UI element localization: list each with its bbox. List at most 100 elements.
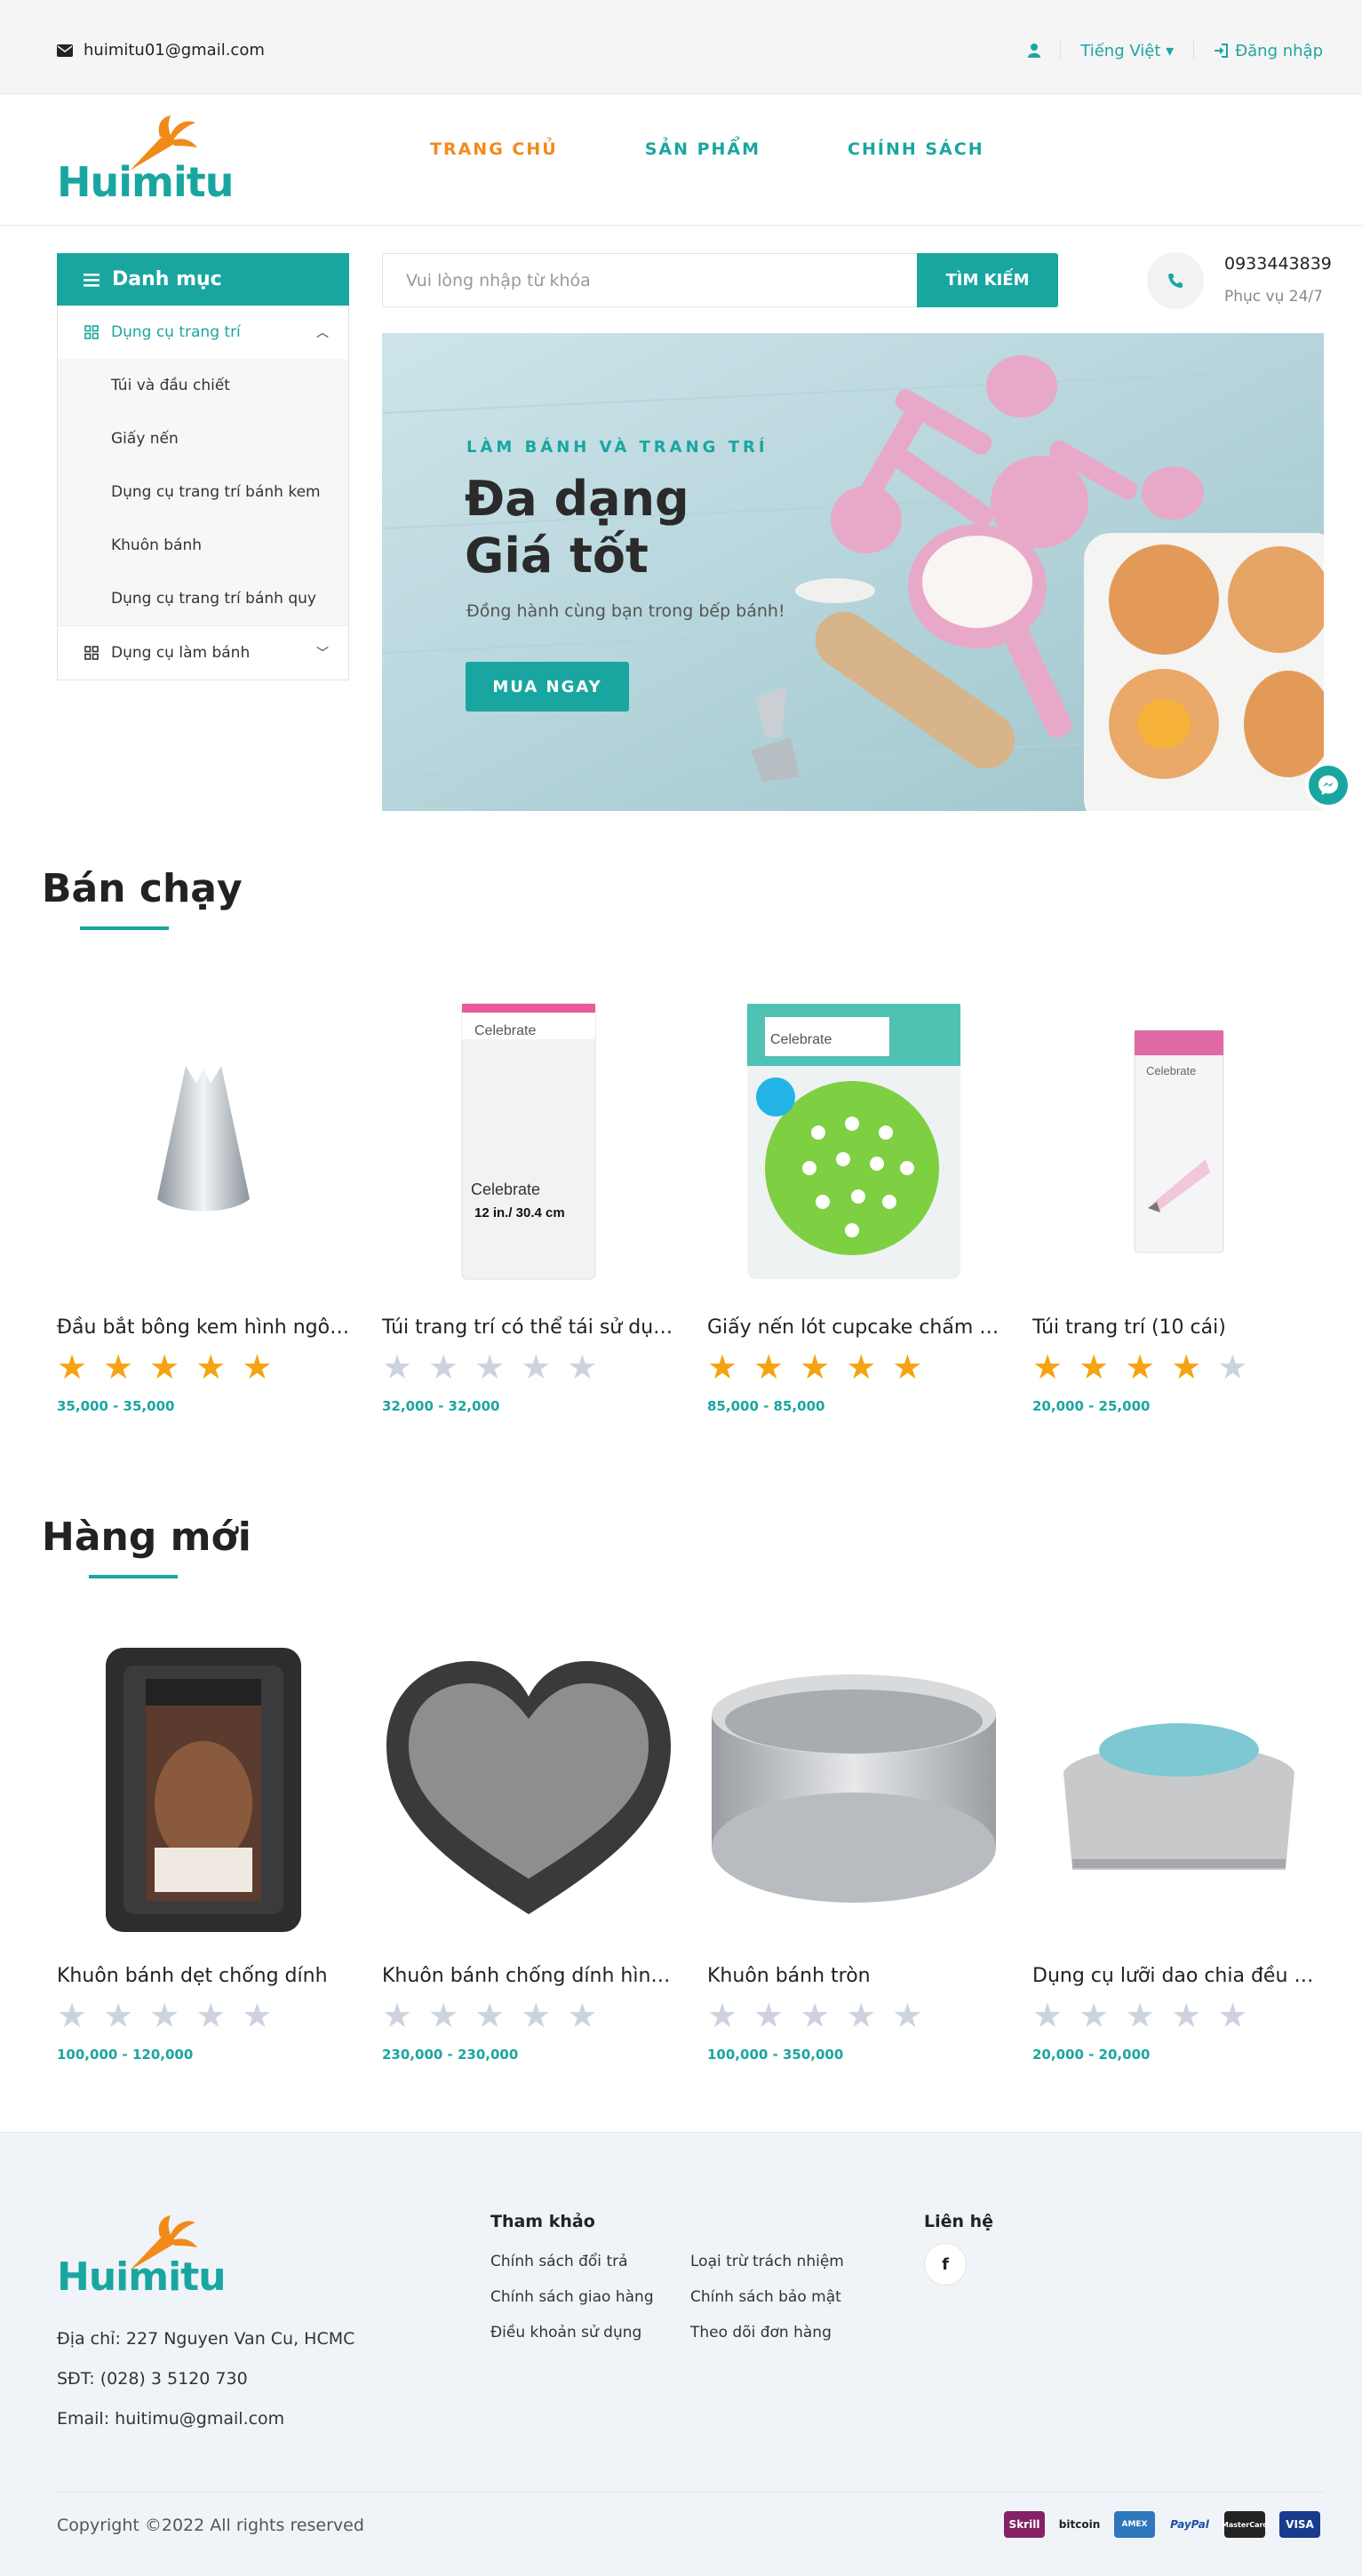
facebook-icon[interactable]: f bbox=[924, 2243, 967, 2286]
star-icon: ★ bbox=[1171, 1996, 1202, 2035]
rating-stars: ★ ★ ★ ★ ★ bbox=[57, 1350, 272, 1384]
footer-link-terms[interactable]: Điều khoản sử dụng bbox=[490, 2324, 641, 2341]
subcategory-molds[interactable]: Khuôn bánh bbox=[58, 519, 348, 572]
product-name[interactable]: Giấy nến lót cupcake chấm bi xanh bbox=[707, 1316, 1000, 1339]
banner-heading: Đa dạng Giá tốt bbox=[465, 471, 689, 584]
footer-link-shipping-policy[interactable]: Chính sách giao hàng bbox=[490, 2288, 654, 2306]
payment-methods: Skrill bitcoin AMEX PayPal MasterCard VI… bbox=[1004, 2511, 1320, 2538]
star-icon: ★ bbox=[103, 1996, 134, 2035]
star-icon: ★ bbox=[242, 1348, 273, 1387]
product-price: 85,000 - 85,000 bbox=[707, 1398, 825, 1414]
bestsellers-title: Bán chạy bbox=[42, 866, 243, 911]
user-icon[interactable] bbox=[1028, 44, 1041, 58]
star-icon: ★ bbox=[149, 1996, 180, 2035]
product-name[interactable]: Khuôn bánh dẹt chống dính bbox=[57, 1965, 350, 1987]
star-icon: ★ bbox=[149, 1348, 180, 1387]
caret-down-icon: ▾ bbox=[1166, 41, 1175, 60]
star-icon: ★ bbox=[242, 1996, 273, 2035]
chevron-down-icon: ﹀ bbox=[316, 646, 329, 661]
subcategory-label: Túi và đầu chiết bbox=[111, 377, 230, 394]
product-name[interactable]: Khuôn bánh chống dính hình trái tim bbox=[382, 1965, 675, 1987]
footer-link-order-tracking[interactable]: Theo dõi đơn hàng bbox=[690, 2324, 832, 2341]
product-image[interactable] bbox=[1032, 1643, 1326, 1936]
category-header[interactable]: Danh mục bbox=[57, 253, 349, 306]
category-baking-tools[interactable]: Dụng cụ làm bánh ﹀ bbox=[58, 625, 348, 679]
subcategory-cake-decor[interactable]: Dụng cụ trang trí bánh kem bbox=[58, 465, 348, 519]
language-dropdown[interactable]: Tiếng Việt ▾ bbox=[1080, 42, 1174, 60]
contact-email[interactable]: huimitu01@gmail.com bbox=[57, 41, 265, 60]
shop-now-button[interactable]: MUA NGAY bbox=[466, 662, 629, 712]
banner-title-line1: Đa dạng bbox=[465, 471, 689, 527]
site-footer bbox=[0, 2132, 1362, 2576]
logo-text: Huimitu bbox=[57, 158, 234, 206]
star-icon: ★ bbox=[474, 1996, 506, 2035]
product-image[interactable] bbox=[57, 1643, 350, 1936]
product-image[interactable] bbox=[57, 995, 350, 1288]
product-image[interactable]: Celebrate Celebrate 12 in./ 30.4 cm bbox=[382, 995, 675, 1288]
amex-icon: AMEX bbox=[1114, 2511, 1155, 2538]
section-underline bbox=[89, 1575, 178, 1578]
messenger-button[interactable] bbox=[1305, 762, 1351, 808]
star-icon: ★ bbox=[474, 1348, 506, 1387]
footer-link-disclaimer[interactable]: Loại trừ trách nhiệm bbox=[690, 2253, 844, 2270]
rating-stars: ★ ★ ★ ★ ★ bbox=[1032, 1999, 1247, 2032]
footer-address: Địa chỉ: 227 Nguyen Van Cu, HCMC bbox=[57, 2329, 355, 2349]
svg-text:Celebrate: Celebrate bbox=[1146, 1064, 1196, 1077]
skrill-icon: Skrill bbox=[1004, 2511, 1045, 2538]
star-icon: ★ bbox=[1125, 1996, 1156, 2035]
service-hours: Phục vụ 24/7 bbox=[1224, 288, 1323, 306]
product-price: 20,000 - 20,000 bbox=[1032, 2047, 1151, 2063]
product-name[interactable]: Túi trang trí có thể tái sử dụng bbox=[382, 1316, 675, 1339]
bitcoin-icon: bitcoin bbox=[1058, 2518, 1101, 2531]
topbar-actions: Tiếng Việt ▾ Đăng nhập bbox=[1028, 41, 1323, 60]
star-icon: ★ bbox=[57, 1348, 88, 1387]
star-icon: ★ bbox=[892, 1348, 923, 1387]
footer-phone: SĐT: (028) 3 5120 730 bbox=[57, 2369, 248, 2389]
login-link[interactable]: Đăng nhập bbox=[1214, 42, 1323, 60]
footer-link-privacy[interactable]: Chính sách bảo mật bbox=[690, 2288, 841, 2306]
product-name[interactable]: Khuôn bánh tròn bbox=[707, 1965, 1000, 1987]
subcategory-bags-tips[interactable]: Túi và đầu chiết bbox=[58, 359, 348, 412]
star-icon: ★ bbox=[521, 1996, 552, 2035]
star-icon: ★ bbox=[800, 1348, 831, 1387]
product-image[interactable]: Celebrate bbox=[1032, 995, 1326, 1288]
subcategory-cookie-decor[interactable]: Dụng cụ trang trí bánh quy bbox=[58, 572, 348, 625]
category-decor-tools[interactable]: Dụng cụ trang trí ︿ bbox=[58, 306, 348, 359]
envelope-icon bbox=[57, 44, 73, 57]
star-icon: ★ bbox=[57, 1996, 88, 2035]
footer-logo[interactable]: Huimitu bbox=[57, 2212, 227, 2301]
star-icon: ★ bbox=[1079, 1348, 1110, 1387]
star-icon: ★ bbox=[1217, 1996, 1248, 2035]
star-icon: ★ bbox=[846, 1348, 877, 1387]
main-nav: TRANG CHỦ SẢN PHẨM CHÍNH SÁCH bbox=[430, 139, 984, 159]
product-name[interactable]: Đầu bắt bông kem hình ngôi sao bbox=[57, 1316, 350, 1339]
star-icon: ★ bbox=[195, 1996, 227, 2035]
search-input[interactable]: Vui lòng nhập từ khóa bbox=[382, 253, 917, 307]
product-image[interactable] bbox=[382, 1643, 675, 1936]
star-icon: ★ bbox=[428, 1996, 459, 2035]
rating-stars: ★ ★ ★ ★ ★ bbox=[707, 1350, 922, 1384]
svg-text:Celebrate: Celebrate bbox=[770, 1032, 832, 1047]
product-image[interactable]: Celebrate bbox=[707, 995, 1000, 1288]
copyright: Copyright ©2022 All rights reserved bbox=[57, 2516, 364, 2535]
product-image[interactable] bbox=[707, 1643, 1000, 1936]
subcategory-parchment[interactable]: Giấy nến bbox=[58, 412, 348, 465]
hotline-number[interactable]: 0933443839 bbox=[1224, 254, 1332, 274]
banner-subtitle: Đồng hành cùng bạn trong bếp bánh! bbox=[466, 601, 785, 621]
rating-stars: ★ ★ ★ ★ ★ bbox=[1032, 1350, 1247, 1384]
product-price: 100,000 - 350,000 bbox=[707, 2047, 844, 2063]
chevron-up-icon: ︿ bbox=[316, 326, 329, 340]
star-icon: ★ bbox=[195, 1348, 227, 1387]
nav-products[interactable]: SẢN PHẨM bbox=[645, 139, 761, 159]
star-icon: ★ bbox=[1032, 1348, 1063, 1387]
product-price: 230,000 - 230,000 bbox=[382, 2047, 519, 2063]
product-name[interactable]: Túi trang trí (10 cái) bbox=[1032, 1316, 1326, 1339]
nav-policy[interactable]: CHÍNH SÁCH bbox=[848, 139, 984, 159]
nav-home[interactable]: TRANG CHỦ bbox=[430, 139, 558, 159]
star-icon: ★ bbox=[707, 1348, 738, 1387]
footer-link-return-policy[interactable]: Chính sách đổi trả bbox=[490, 2253, 628, 2270]
category-label: Dụng cụ trang trí bbox=[111, 323, 241, 341]
search-button[interactable]: TÌM KIẾM bbox=[917, 253, 1058, 307]
star-icon: ★ bbox=[753, 1996, 785, 2035]
product-name[interactable]: Dụng cụ lưỡi dao chia đều bột bbox=[1032, 1965, 1326, 1987]
